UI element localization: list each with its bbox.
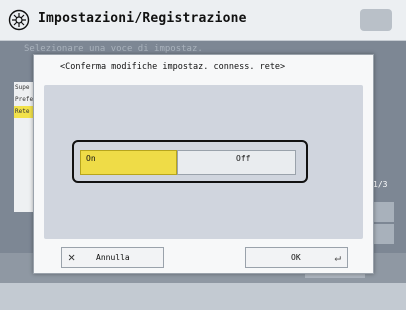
page-title: Impostazioni/Registrazione <box>38 11 247 26</box>
close-icon: ✕ <box>68 250 76 264</box>
scroll-down-button[interactable] <box>372 224 394 244</box>
off-button-label: Off <box>236 154 251 163</box>
dialog-title: <Conferma modifiche impostaz. conness. r… <box>60 62 286 72</box>
ok-button-label: OK <box>291 253 301 262</box>
on-button[interactable]: On <box>80 150 177 175</box>
cancel-button-label: Annulla <box>96 253 130 262</box>
off-button[interactable]: Off <box>177 150 296 175</box>
cancel-button[interactable]: ✕ Annulla <box>61 247 164 268</box>
status-bar <box>0 283 406 310</box>
scroll-up-button[interactable] <box>372 202 394 222</box>
page-indicator: 1/3 <box>373 180 388 189</box>
home-icon[interactable] <box>360 9 392 31</box>
settings-gear-icon <box>8 9 30 31</box>
on-button-label: On <box>86 154 96 163</box>
ok-button[interactable]: OK ↵ <box>245 247 348 268</box>
enter-icon: ↵ <box>334 251 341 264</box>
title-bar: Impostazioni/Registrazione <box>0 0 406 41</box>
background-subtitle: Selezionare una voce di impostaz. <box>24 44 203 54</box>
